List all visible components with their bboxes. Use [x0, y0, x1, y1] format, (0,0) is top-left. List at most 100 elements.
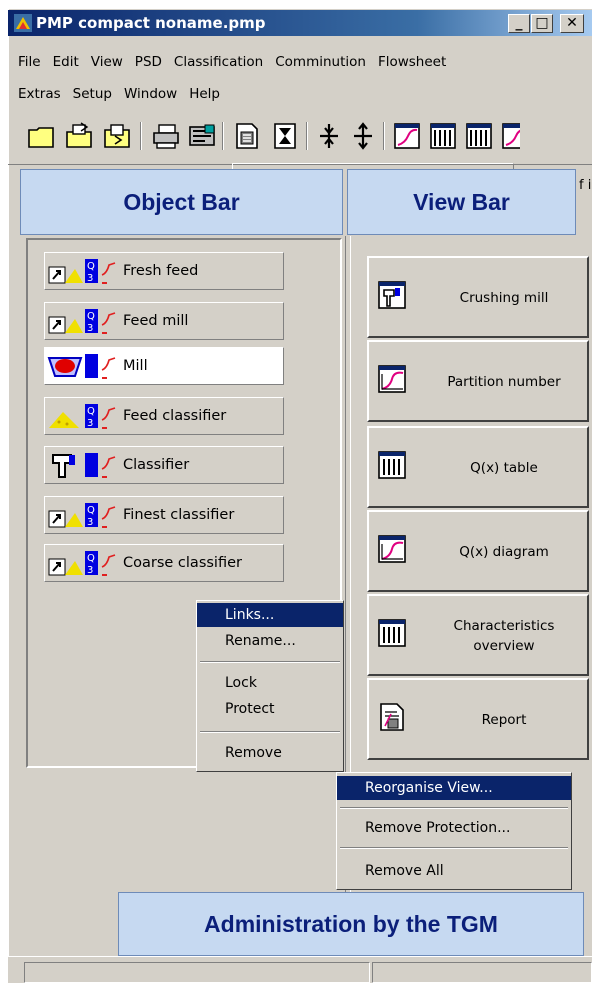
- feed-q3-icon: Q3: [48, 259, 116, 284]
- menu-separator: [340, 847, 568, 849]
- toolbar-separator: [222, 122, 224, 150]
- menu-item-links[interactable]: Links...: [197, 603, 343, 627]
- view-button-qx-diagram[interactable]: Q(x) diagram: [367, 510, 589, 592]
- menu-item-remove[interactable]: Remove: [197, 741, 343, 765]
- toolbar-separator: [140, 122, 142, 150]
- svg-text:Q: Q: [87, 505, 95, 516]
- object-item-classifier[interactable]: Classifier: [44, 446, 284, 484]
- diagram-icon: [378, 365, 406, 393]
- status-bar-pane: [24, 962, 370, 983]
- menu-item-rename[interactable]: Rename...: [197, 629, 343, 653]
- menu-item-lock[interactable]: Lock: [197, 671, 343, 695]
- crushing-mill-icon: [378, 281, 406, 309]
- view-button-report[interactable]: Report: [367, 678, 589, 760]
- setup-tools-icon[interactable]: [187, 121, 217, 151]
- object-item-finest-classifier[interactable]: Q3 Finest classifier: [44, 496, 284, 534]
- object-item-label: Coarse classifier: [123, 555, 242, 571]
- object-context-menu: Links... Rename... Lock Protect Remove: [196, 600, 344, 772]
- view-button-label-line2: overview: [473, 638, 535, 654]
- heap-q3-icon: Q3: [49, 404, 116, 429]
- app-icon: [14, 14, 32, 32]
- view-button-partition-number[interactable]: Partition number: [367, 340, 589, 422]
- report-icon: [380, 703, 404, 731]
- object-item-coarse-classifier[interactable]: Q3 Coarse classifier: [44, 544, 284, 582]
- save-file-icon[interactable]: [102, 121, 132, 151]
- svg-text:Q: Q: [87, 553, 95, 564]
- menu-separator: [340, 807, 568, 809]
- svg-text:3: 3: [87, 418, 93, 429]
- menu-separator: [200, 731, 340, 733]
- object-item-mill[interactable]: Mill: [44, 347, 284, 385]
- menu-edit[interactable]: Edit: [53, 54, 79, 70]
- menu-separator: [200, 661, 340, 663]
- new-file-icon[interactable]: [26, 121, 56, 151]
- expand-icon[interactable]: [348, 121, 378, 151]
- table-icon[interactable]: [428, 121, 458, 151]
- view-bar-header: View Bar: [347, 169, 576, 235]
- menu-item-reorganise-view[interactable]: Reorganise View...: [337, 776, 571, 800]
- menu-view[interactable]: View: [91, 54, 123, 70]
- hourglass-icon[interactable]: [270, 121, 300, 151]
- calculator-icon[interactable]: [232, 121, 262, 151]
- view-context-menu: Reorganise View... Remove Protection... …: [336, 772, 572, 890]
- administration-header: Administration by the TGM: [118, 892, 584, 956]
- svg-text:3: 3: [87, 565, 93, 576]
- table-icon[interactable]: [464, 121, 494, 151]
- maximize-button[interactable]: □: [531, 14, 553, 33]
- menu-window[interactable]: Window: [124, 86, 177, 102]
- menu-item-remove-all[interactable]: Remove All: [337, 859, 571, 883]
- menu-flowsheet[interactable]: Flowsheet: [378, 54, 446, 70]
- svg-text:Q: Q: [87, 406, 95, 417]
- diagram-icon[interactable]: [500, 121, 520, 151]
- window-title: PMP compact noname.pmp: [36, 14, 266, 32]
- menu-help[interactable]: Help: [189, 86, 220, 102]
- object-item-label: Fresh feed: [123, 263, 199, 279]
- toolbar-separator: [306, 122, 308, 150]
- menu-classification[interactable]: Classification: [174, 54, 263, 70]
- compress-icon[interactable]: [314, 121, 344, 151]
- object-item-label: Finest classifier: [123, 507, 235, 523]
- object-item-fresh-feed[interactable]: Q3 Fresh feed: [44, 252, 284, 290]
- clipped-tab-text: f i: [579, 178, 592, 193]
- object-item-label: Classifier: [123, 457, 190, 473]
- print-icon[interactable]: [151, 121, 181, 151]
- view-button-crushing-mill[interactable]: Crushing mill: [367, 256, 589, 338]
- object-item-feed-mill[interactable]: Q3 Feed mill: [44, 302, 284, 340]
- close-button[interactable]: ✕: [560, 14, 584, 33]
- menu-psd[interactable]: PSD: [135, 54, 162, 70]
- open-file-icon[interactable]: [64, 121, 94, 151]
- view-button-label: Characteristics: [453, 618, 555, 634]
- svg-text:3: 3: [87, 517, 93, 528]
- menu-file[interactable]: File: [18, 54, 41, 70]
- menu-item-protect[interactable]: Protect: [197, 697, 343, 721]
- toolbar-separator: [383, 122, 385, 150]
- table-icon: [378, 619, 406, 647]
- view-button-characteristics-overview[interactable]: Characteristics overview: [367, 594, 589, 676]
- object-item-label: Feed classifier: [123, 408, 227, 424]
- svg-text:Q: Q: [87, 311, 95, 322]
- view-button-label: Partition number: [447, 374, 561, 390]
- feed-q3-icon: Q3: [48, 551, 116, 576]
- object-item-label: Mill: [123, 358, 148, 374]
- menu-bar-row1: File Edit View PSD Classification Comminution…: [18, 54, 458, 70]
- menu-comminution[interactable]: Comminution: [275, 54, 366, 70]
- mill-icon: [47, 354, 116, 379]
- classifier-icon: [52, 453, 116, 478]
- minimize-button[interactable]: _: [508, 14, 530, 33]
- view-button-qx-table[interactable]: Q(x) table: [367, 426, 589, 508]
- view-button-label: Crushing mill: [459, 290, 549, 306]
- svg-text:3: 3: [87, 323, 93, 334]
- feed-q3-icon: Q3: [48, 503, 116, 528]
- menu-item-remove-protection[interactable]: Remove Protection...: [337, 816, 571, 840]
- status-bar-pane: [372, 962, 592, 983]
- menu-bar-row2: Extras Setup Window Help: [18, 86, 232, 102]
- view-button-label: Report: [481, 712, 527, 728]
- svg-text:Q: Q: [87, 261, 95, 272]
- menu-extras[interactable]: Extras: [18, 86, 61, 102]
- object-item-label: Feed mill: [123, 313, 189, 329]
- diagram-icon[interactable]: [392, 121, 422, 151]
- view-button-label: Q(x) diagram: [459, 544, 549, 560]
- view-button-label: Q(x) table: [470, 460, 538, 476]
- menu-setup[interactable]: Setup: [73, 86, 112, 102]
- object-item-feed-classifier[interactable]: Q3 Feed classifier: [44, 397, 284, 435]
